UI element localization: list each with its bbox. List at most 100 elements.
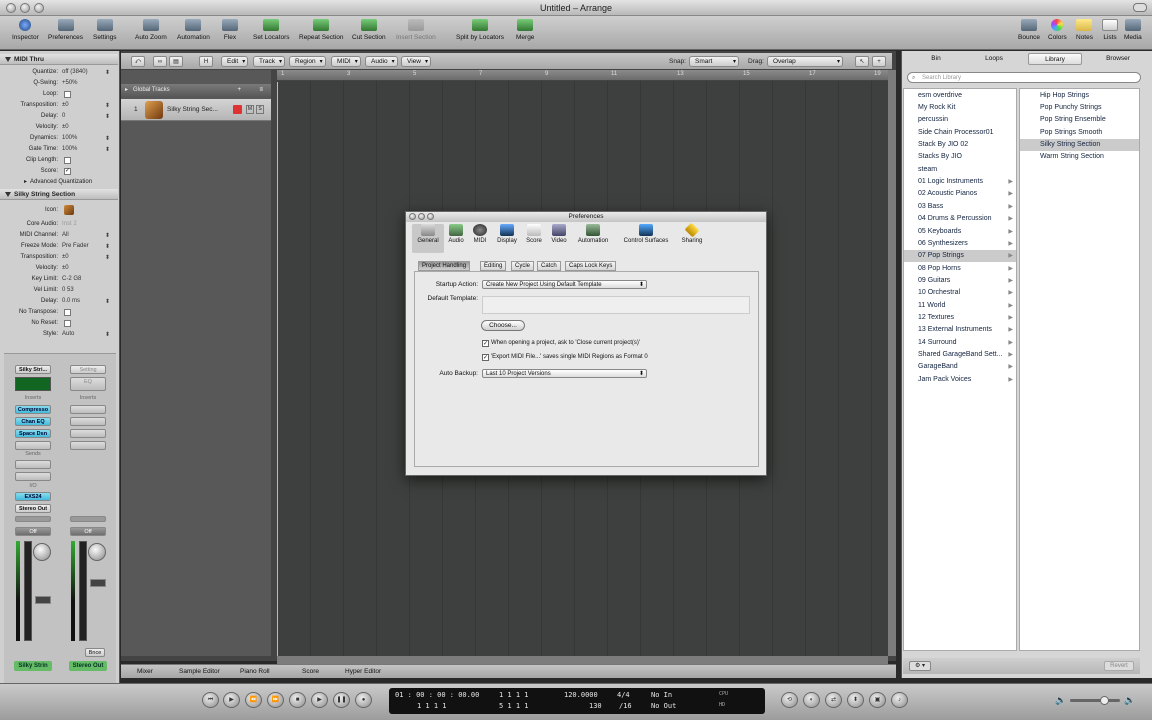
edit-menu[interactable]: Edit [221,56,249,67]
subtab-project-handling[interactable]: Project Handling [418,261,471,271]
list-item[interactable]: Warm String Section [1020,151,1139,163]
tab-browser[interactable]: Browser [1102,53,1134,65]
clip-length-row[interactable]: Clip Length: [0,155,118,165]
list-item[interactable]: Hip Hop Strings [1020,90,1139,102]
global-tracks-header[interactable]: ▸ Global Tracks + ≡ [121,84,271,96]
list-item[interactable]: Stacks By JIO [904,151,1016,163]
tab-mixer[interactable]: Mixer [137,668,153,675]
playhead[interactable] [277,82,278,656]
master-volume-slider[interactable] [1070,696,1120,705]
tab-sample-editor[interactable]: Sample Editor [179,668,220,675]
list-item[interactable]: My Rock Kit [904,102,1016,114]
repeat-section-button[interactable]: Repeat Section [299,19,343,41]
track-name[interactable]: Silky String Sec... [167,106,218,113]
insert-slot-empty[interactable] [15,441,51,450]
revert-button[interactable]: Revert [1104,661,1134,671]
play-icon[interactable]: ▶ [311,692,328,708]
preferences-button[interactable]: Preferences [48,19,83,41]
dialog-title-bar[interactable]: Preferences [406,212,766,222]
list-item[interactable]: GarageBand ▶ [904,361,1016,373]
midi-channel-row[interactable]: MIDI Channel: All ⬍ [0,230,118,240]
tab-automation[interactable]: Automation [577,224,609,244]
startup-action-select[interactable]: Create New Project Using Default Templat… [482,280,647,289]
volume-fader[interactable] [24,541,32,641]
tab-bin[interactable]: Bin [926,53,946,65]
close-window-icon[interactable] [6,3,16,13]
midi-menu[interactable]: MIDI [331,56,361,67]
minimize-window-icon[interactable] [20,3,30,13]
list-item[interactable]: Stack By JIO 02 [904,139,1016,151]
merge-button[interactable]: Merge [516,19,534,41]
list-item[interactable]: Pop Strings Smooth [1020,127,1139,139]
list-item[interactable]: 08 Pop Horns ▶ [904,263,1016,275]
list-item[interactable]: 03 Bass ▶ [904,201,1016,213]
list-item[interactable]: Pop Punchy Strings [1020,102,1139,114]
insert-slot-empty[interactable] [70,429,106,438]
loop-row[interactable]: Loop: [0,89,118,99]
style-row[interactable]: Style: Auto ⬍ [0,329,118,339]
list-item[interactable]: esm overdrive [904,90,1016,102]
stop-icon[interactable]: ■ [289,692,306,708]
send-slot-empty[interactable] [15,460,51,469]
region-menu[interactable]: Region [289,56,326,67]
output-slot-stereo-out[interactable]: Stereo Out [15,504,51,513]
close-dialog-icon[interactable] [409,213,416,220]
input-slot-exs24[interactable]: EXS24 [15,492,51,501]
no-reset-row[interactable]: No Reset: [0,318,118,328]
automation-mode-button[interactable]: Off [15,527,51,536]
zoom-window-icon[interactable] [34,3,44,13]
q-swing-row[interactable]: Q-Swing: +50% [0,78,118,88]
bar-ruler[interactable]: 1 3 5 7 9 11 13 15 17 19 [277,70,888,81]
group-slot[interactable] [70,516,106,522]
freeze-mode-row[interactable]: Freeze Mode: Pre Fader ⬍ [0,241,118,251]
track-velocity-row[interactable]: Velocity: ±0 [0,263,118,273]
channel-name-stereo-out[interactable]: Stereo Out [69,661,107,671]
tab-hyper-editor[interactable]: Hyper Editor [345,668,381,675]
list-item[interactable]: 10 Orchestral ▶ [904,287,1016,299]
channel-strip-setting-button[interactable]: Silky Stri... [15,365,51,374]
list-item[interactable]: 09 Guitars ▶ [904,275,1016,287]
insert-slot-compressor[interactable]: Compresso [15,405,51,414]
list-item[interactable]: Shared GarageBand Sett... ▶ [904,349,1016,361]
default-template-field[interactable] [482,296,750,314]
colors-button[interactable]: Colors [1048,19,1067,41]
tab-library[interactable]: Library [1028,53,1082,65]
transposition-row[interactable]: Transposition: ±0 ⬍ [0,100,118,110]
track-delay-row[interactable]: Delay: 0.0 ms ⬍ [0,296,118,306]
dynamics-row[interactable]: Dynamics: 100% ⬍ [0,133,118,143]
toolbar-toggle-icon[interactable] [1133,3,1147,12]
vel-limit-row[interactable]: Vel Limit: 0 53 [0,285,118,295]
record-enable-icon[interactable] [233,105,242,114]
bounce-button[interactable]: Bnce [85,648,105,657]
metronome-icon[interactable]: ▣ [869,692,886,708]
rewind-icon[interactable]: ⏪ [245,692,262,708]
key-limit-row[interactable]: Key Limit: C-2 G8 [0,274,118,284]
media-button[interactable]: Media [1124,19,1142,41]
icon-row[interactable]: Icon: [0,205,118,215]
set-locators-button[interactable]: Set Locators [253,19,290,41]
tuner-icon[interactable]: ♪ [891,692,908,708]
cycle-icon[interactable]: ⇄ [825,692,842,708]
midi-thru-header[interactable]: MIDI Thru [0,54,118,65]
lists-button[interactable]: Lists [1102,19,1118,41]
zoom-dialog-icon[interactable] [427,213,434,220]
no-transpose-checkbox[interactable] [64,309,71,316]
quantize-row[interactable]: Quantize: off (3840) ⬍ [0,67,118,77]
list-item[interactable]: 11 World ▶ [904,300,1016,312]
insert-slot-space-designer[interactable]: Space Dsn [15,429,51,438]
list-item[interactable]: 05 Keyboards ▶ [904,226,1016,238]
tab-score[interactable]: Score [302,668,319,675]
setting-button[interactable]: Setting [70,365,106,374]
mute-button[interactable]: M [246,105,254,114]
minimize-dialog-icon[interactable] [418,213,425,220]
subtab-caps-lock-keys[interactable]: Caps Lock Keys [565,261,617,271]
tab-piano-roll[interactable]: Piano Roll [240,668,270,675]
track-params-header[interactable]: Silky String Section [0,189,118,200]
action-menu-gear-icon[interactable]: ⚙ ▾ [909,661,931,671]
pause-icon[interactable]: ❚❚ [333,692,350,708]
go-to-start-icon[interactable]: ⏮ [202,692,219,708]
velocity-row[interactable]: Velocity: ±0 [0,122,118,132]
horizontal-scrollbar[interactable] [277,656,888,664]
list-item[interactable]: Jam Pack Voices ▶ [904,374,1016,386]
choose-button[interactable]: Choose... [481,320,525,331]
